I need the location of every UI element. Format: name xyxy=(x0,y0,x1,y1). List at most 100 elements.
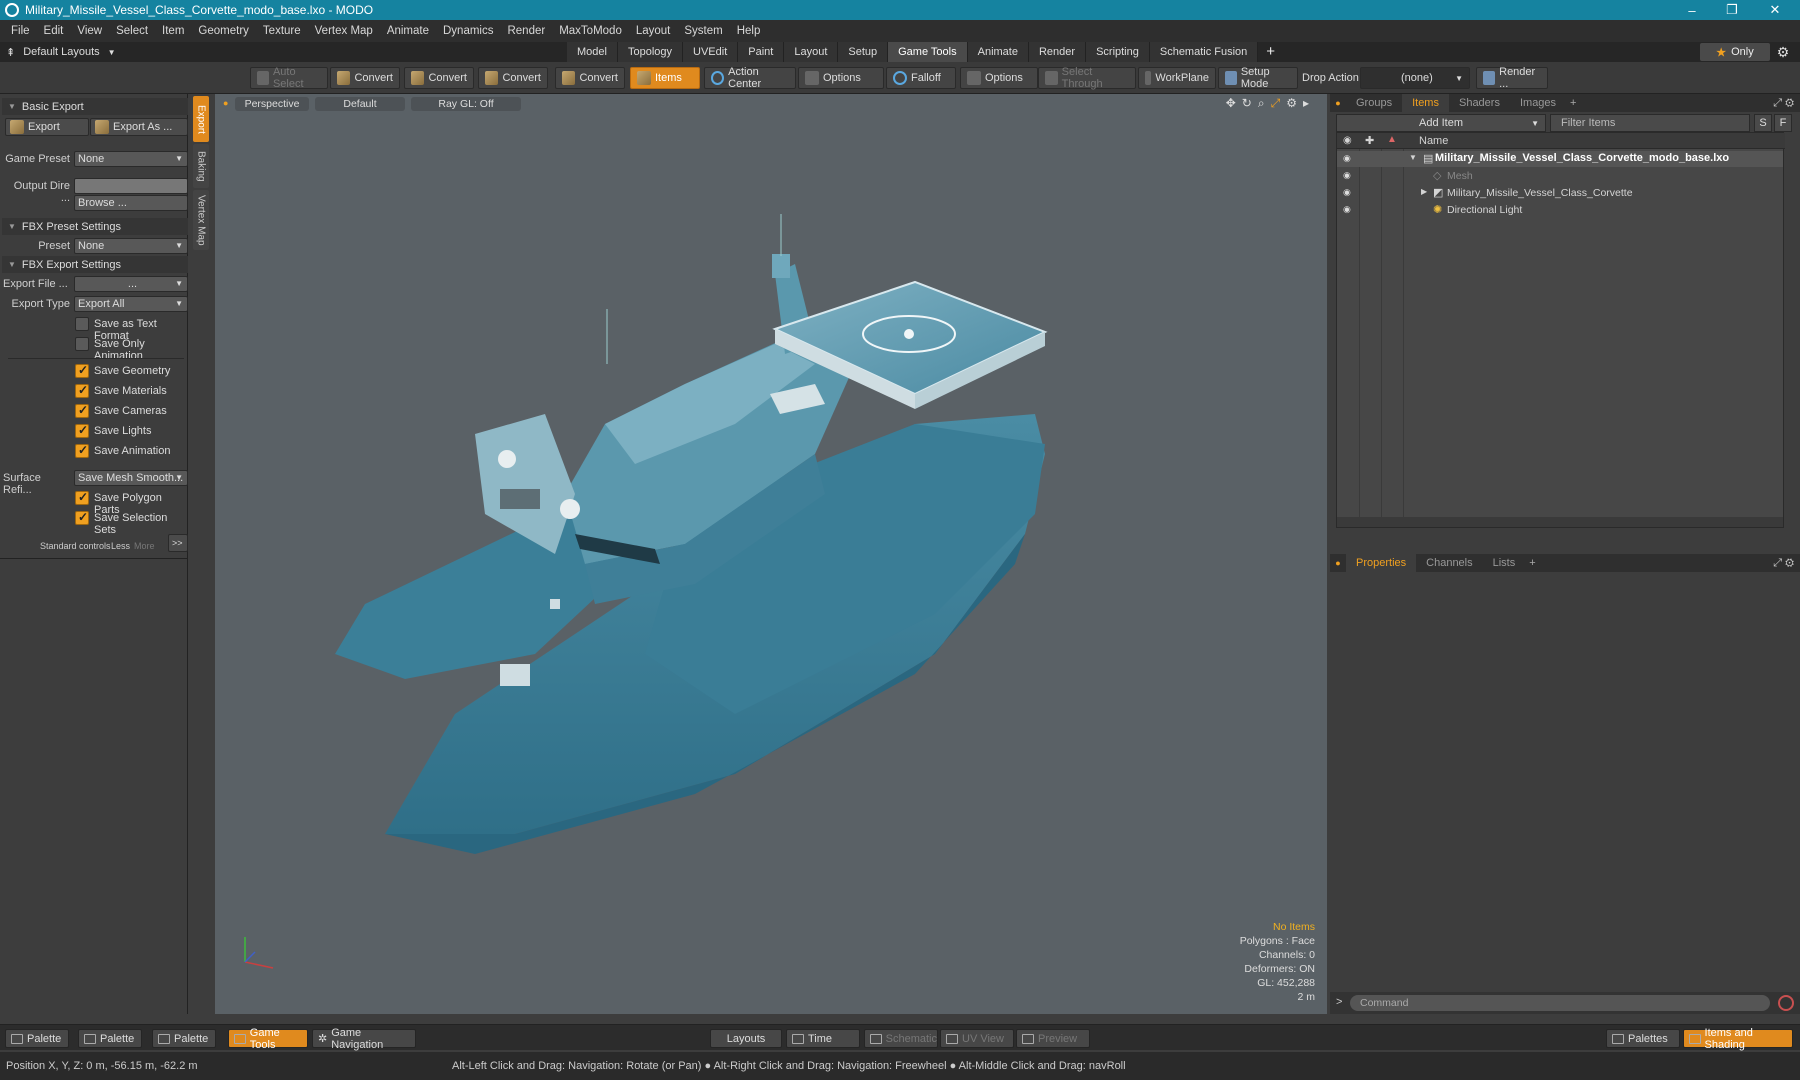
tab-uvedit[interactable]: UVEdit xyxy=(683,42,739,62)
convert-button-4[interactable]: Convert xyxy=(555,67,625,89)
tab-scripting[interactable]: Scripting xyxy=(1086,42,1150,62)
tab-channels[interactable]: Channels xyxy=(1416,554,1482,572)
convert-button-3[interactable]: Convert xyxy=(478,67,548,89)
less-link[interactable]: Less xyxy=(111,541,130,551)
add-tab-icon[interactable]: + xyxy=(1525,557,1539,569)
expand-button[interactable]: >> xyxy=(168,534,188,552)
game-tools-button[interactable]: Game Tools xyxy=(228,1027,308,1051)
gear-icon[interactable]: ⚙ xyxy=(1775,44,1791,60)
menu-select[interactable]: Select xyxy=(109,25,155,37)
falloff-button[interactable]: Falloff xyxy=(886,67,956,89)
side-tab-export[interactable]: Export xyxy=(193,96,209,142)
save-polygon-parts-checkbox[interactable] xyxy=(75,490,89,505)
palette-button-1[interactable]: Palette xyxy=(5,1029,69,1048)
eye-icon[interactable]: ◉ xyxy=(1343,187,1355,197)
drop-action-select[interactable]: (none) ▼ xyxy=(1360,67,1470,89)
save-selection-sets-checkbox[interactable] xyxy=(75,510,89,525)
uv-view-button[interactable]: UV View xyxy=(940,1029,1014,1048)
tab-paint[interactable]: Paint xyxy=(738,42,785,62)
menu-geometry[interactable]: Geometry xyxy=(191,25,256,37)
3d-viewport[interactable]: ● Perspective Default Ray GL: Off ✥ ↻ ⌕ … xyxy=(215,94,1327,1014)
schematic-button[interactable]: Schematic xyxy=(864,1029,938,1048)
expand-arrow-icon[interactable]: ▶ xyxy=(1421,187,1427,196)
menu-animate[interactable]: Animate xyxy=(380,25,436,37)
menu-help[interactable]: Help xyxy=(730,25,768,37)
export-type-select[interactable]: Export All ▼ xyxy=(74,296,188,312)
s-button[interactable]: S xyxy=(1754,114,1772,132)
tab-animate[interactable]: Animate xyxy=(967,42,1029,62)
game-navigation-button[interactable]: ✲ Game Navigation xyxy=(312,1027,416,1051)
tab-topology[interactable]: Topology xyxy=(617,42,684,62)
menu-system[interactable]: System xyxy=(677,25,729,37)
convert-button-1[interactable]: Convert xyxy=(330,67,400,89)
tree-row-corvette[interactable]: ◉ ▶ ◩ Military_Missile_Vessel_Class_Corv… xyxy=(1337,185,1783,201)
add-tab-icon[interactable]: + xyxy=(1258,42,1283,62)
menu-view[interactable]: View xyxy=(70,25,109,37)
options-button-1[interactable]: Options xyxy=(798,67,884,89)
preset-select[interactable]: None ▼ xyxy=(74,238,188,254)
menu-texture[interactable]: Texture xyxy=(256,25,308,37)
workplane-button[interactable]: WorkPlane xyxy=(1138,67,1216,89)
menu-maxtomodo[interactable]: MaxToModo xyxy=(552,25,629,37)
tab-game-tools[interactable]: Game Tools xyxy=(888,42,968,62)
time-button[interactable]: Time xyxy=(786,1029,860,1048)
fbx-preset-settings-header[interactable]: ▼ FBX Preset Settings xyxy=(2,218,188,235)
save-lights-checkbox[interactable] xyxy=(75,423,89,438)
tab-schematic-fusion[interactable]: Schematic Fusion xyxy=(1149,42,1259,62)
expand-arrow-icon[interactable]: ▼ xyxy=(1409,153,1417,162)
f-button[interactable]: F xyxy=(1774,114,1792,132)
options-button-2[interactable]: Options xyxy=(960,67,1038,89)
setup-mode-button[interactable]: Setup Mode xyxy=(1218,66,1298,90)
export-file-select[interactable]: ... ▼ xyxy=(74,276,188,292)
more-link[interactable]: More xyxy=(134,541,155,551)
auto-select-button[interactable]: Auto Select xyxy=(250,66,328,90)
browse-button[interactable]: Browse ... xyxy=(74,195,188,211)
tab-render[interactable]: Render xyxy=(1028,42,1087,62)
close-icon[interactable]: ✕ xyxy=(1755,0,1795,20)
surface-refine-select[interactable]: Save Mesh Smooth... ▼ xyxy=(74,470,188,486)
command-input[interactable]: Command xyxy=(1350,995,1770,1011)
export-button[interactable]: Export xyxy=(5,118,89,136)
basic-export-header[interactable]: ▼ Basic Export xyxy=(2,98,188,115)
tab-images[interactable]: Images xyxy=(1510,94,1566,112)
eye-icon[interactable]: ◉ xyxy=(1343,204,1355,214)
eye-icon[interactable]: ◉ xyxy=(1343,170,1355,180)
output-dir-field[interactable] xyxy=(74,178,188,194)
menu-layout[interactable]: Layout xyxy=(629,25,678,37)
only-button[interactable]: ★ Only xyxy=(1700,43,1770,61)
layout-selector[interactable]: ⇞ Default Layouts ▼ xyxy=(6,42,116,62)
minimize-icon[interactable]: – xyxy=(1672,0,1712,20)
add-item-button[interactable]: Add Item ▼ xyxy=(1336,114,1546,132)
menu-item[interactable]: Item xyxy=(155,25,191,37)
side-tab-vertex-map[interactable]: Vertex Map xyxy=(193,190,209,250)
items-and-shading-button[interactable]: Items and Shading xyxy=(1683,1027,1793,1051)
save-materials-checkbox[interactable] xyxy=(75,383,89,398)
tab-properties[interactable]: Properties xyxy=(1346,554,1417,572)
panel-dot-icon[interactable]: ● xyxy=(1330,98,1346,108)
menu-file[interactable]: File xyxy=(4,25,37,37)
save-only-animation-checkbox[interactable] xyxy=(75,337,89,351)
action-center-button[interactable]: Action Center xyxy=(704,66,796,90)
menu-vertex-map[interactable]: Vertex Map xyxy=(308,25,380,37)
layouts-button[interactable]: Layouts xyxy=(710,1029,782,1048)
filter-items-input[interactable]: Filter Items xyxy=(1550,114,1750,132)
palette-button-2[interactable]: Palette xyxy=(78,1029,142,1048)
tab-setup[interactable]: Setup xyxy=(838,42,889,62)
side-tab-baking[interactable]: Baking xyxy=(193,144,209,188)
panel-dot-icon[interactable]: ● xyxy=(1330,558,1346,568)
panel-expand-icon[interactable]: ⤢ ⚙ xyxy=(1773,557,1800,570)
tab-items[interactable]: Items xyxy=(1402,94,1449,112)
save-animation-checkbox[interactable] xyxy=(75,443,89,458)
save-cameras-checkbox[interactable] xyxy=(75,403,89,418)
tab-lists[interactable]: Lists xyxy=(1483,554,1526,572)
items-mode-button[interactable]: Items xyxy=(630,67,700,89)
save-text-format-checkbox[interactable] xyxy=(75,317,89,331)
render-button[interactable]: Render ... xyxy=(1476,66,1548,90)
tree-row-light[interactable]: ◉ ✺ Directional Light xyxy=(1337,202,1783,218)
select-through-button[interactable]: Select Through xyxy=(1038,66,1136,90)
menu-edit[interactable]: Edit xyxy=(37,25,71,37)
tab-layout[interactable]: Layout xyxy=(784,42,839,62)
fbx-export-settings-header[interactable]: ▼ FBX Export Settings xyxy=(2,256,188,273)
convert-button-2[interactable]: Convert xyxy=(404,67,474,89)
item-list[interactable]: ◉ ✚ ▲ Name ◉ ▼ ▤ Military_Missile_Vessel… xyxy=(1336,132,1785,528)
